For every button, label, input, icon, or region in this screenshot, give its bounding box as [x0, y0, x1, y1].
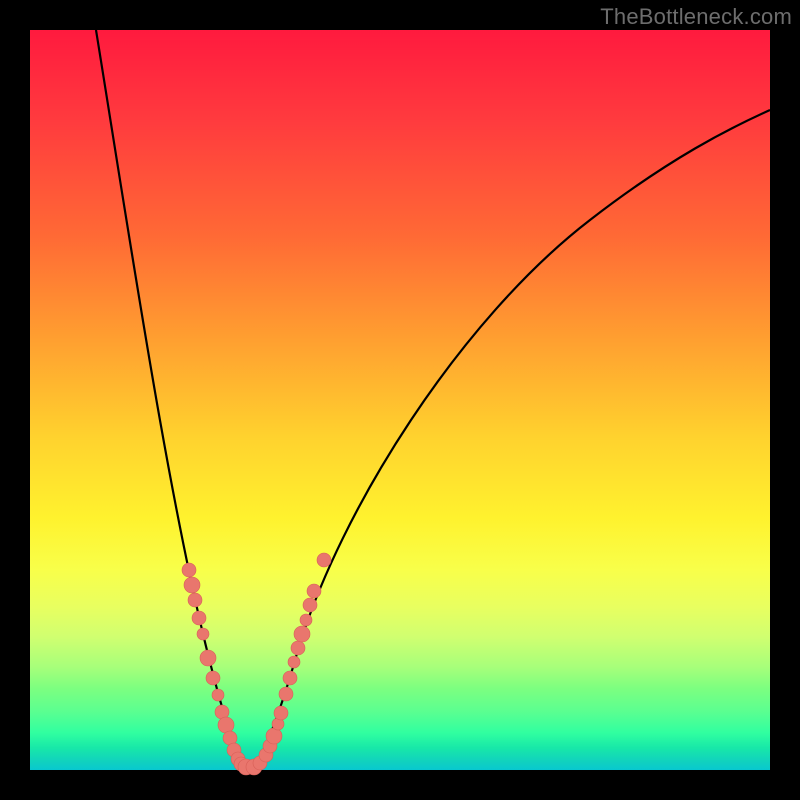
left-curve — [96, 30, 250, 770]
data-dot — [212, 689, 224, 701]
plot-area — [30, 30, 770, 770]
data-dot — [197, 628, 209, 640]
data-dot — [307, 584, 321, 598]
data-dot — [294, 626, 310, 642]
data-dot — [184, 577, 200, 593]
data-dot — [288, 656, 300, 668]
chart-frame: TheBottleneck.com — [0, 0, 800, 800]
data-dot — [192, 611, 206, 625]
data-dot — [303, 598, 317, 612]
data-dot — [317, 553, 331, 567]
data-dot — [279, 687, 293, 701]
right-curve — [250, 110, 770, 770]
data-dot — [300, 614, 312, 626]
data-dot — [200, 650, 216, 666]
data-dot — [283, 671, 297, 685]
data-dot — [218, 717, 234, 733]
right-curve-dots — [246, 553, 331, 775]
left-curve-dots — [182, 563, 254, 775]
data-dot — [274, 706, 288, 720]
curves-svg — [30, 30, 770, 770]
data-dot — [188, 593, 202, 607]
data-dot — [206, 671, 220, 685]
data-dot — [182, 563, 196, 577]
data-dot — [266, 728, 282, 744]
data-dot — [291, 641, 305, 655]
watermark-text: TheBottleneck.com — [600, 4, 792, 30]
